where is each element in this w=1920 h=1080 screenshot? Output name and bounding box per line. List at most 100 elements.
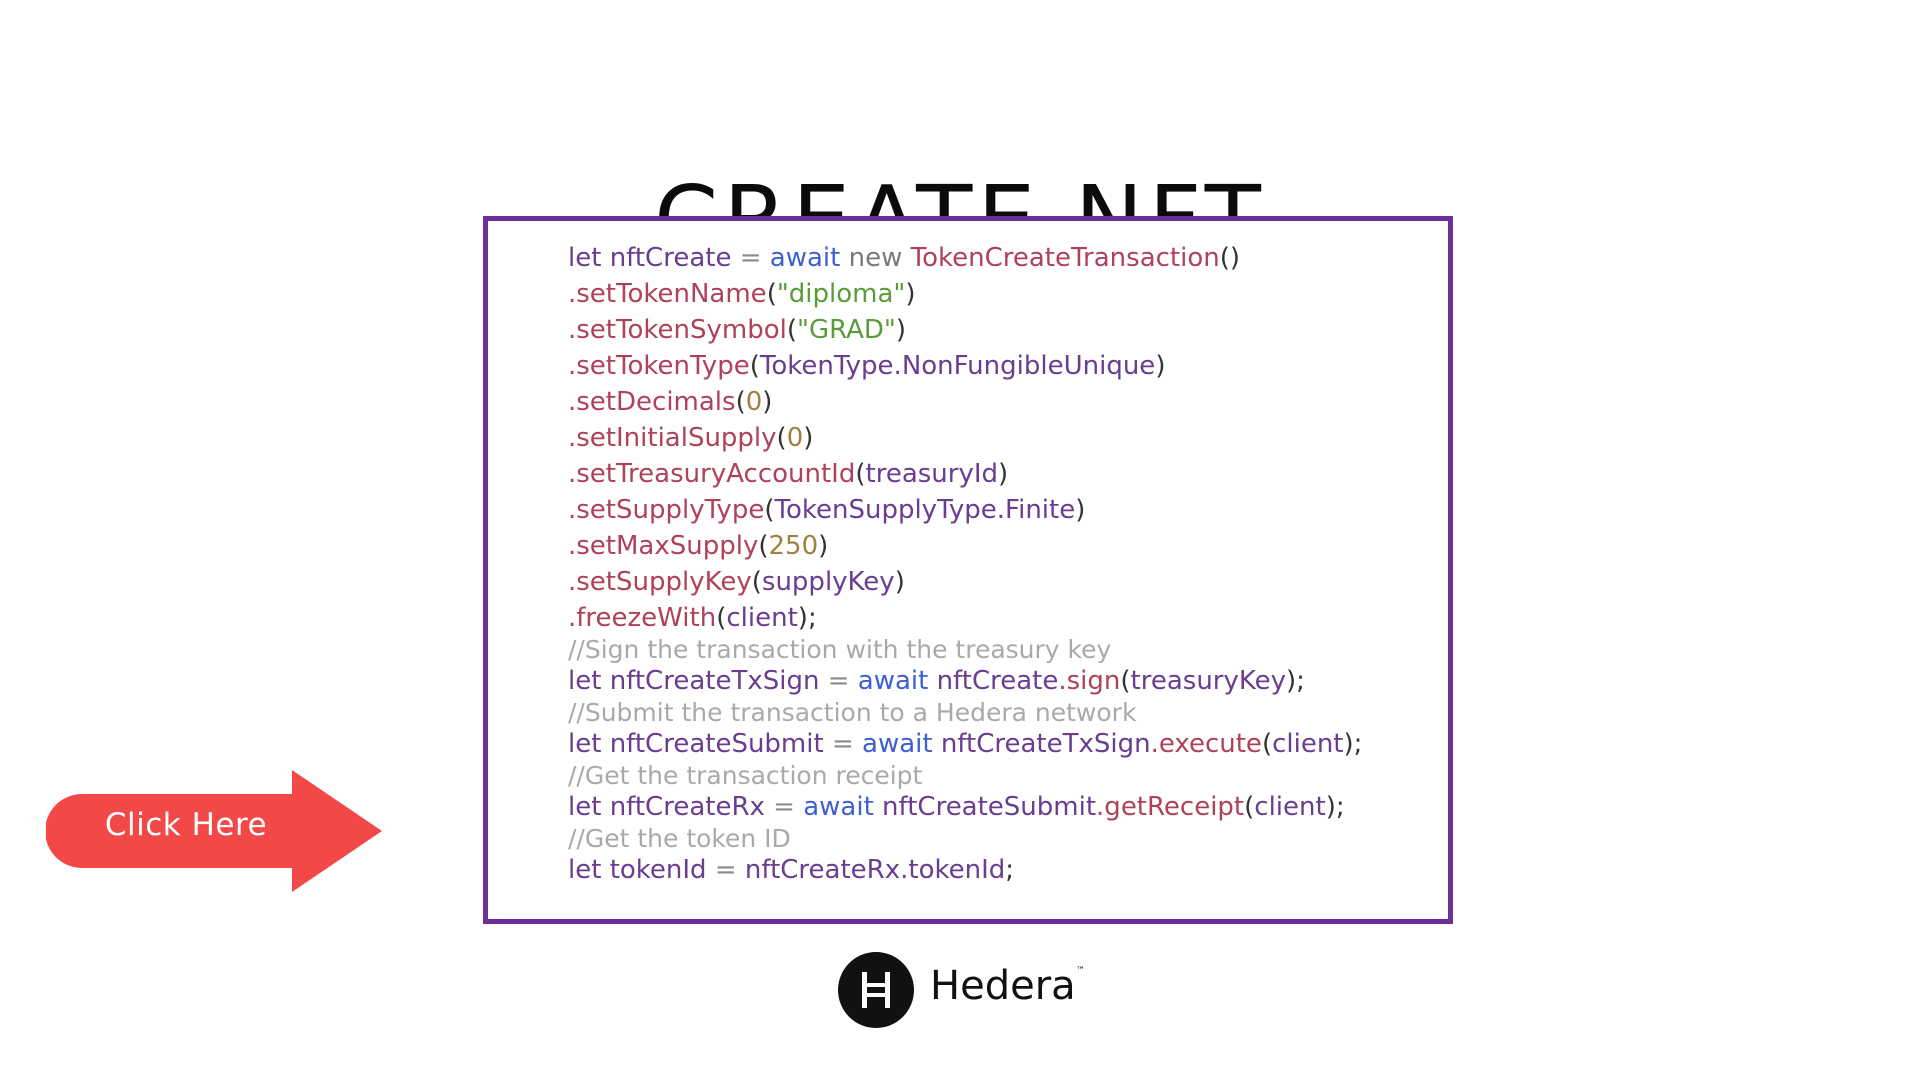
code-line: let nftCreateTxSign = await nftCreate.si… [568,664,1305,698]
code-token: () [1219,243,1241,273]
code-token: ( [855,459,866,489]
code-token: treasuryKey [1130,666,1287,696]
code-token: "diploma" [776,279,906,309]
code-token: new [840,243,911,273]
code-token: await [857,666,937,696]
code-token: 0 [745,387,763,417]
code-token: .setInitialSupply [568,423,777,453]
code-token: ); [1343,729,1363,759]
hedera-logo: Hedera ™ [838,952,1098,1028]
code-token: TokenCreateTransaction [910,243,1220,273]
code-token: .setTreasuryAccountId [568,459,856,489]
code-line: .setTokenType(TokenType.NonFungibleUniqu… [568,349,1165,383]
code-token: .setTokenType [568,351,750,381]
code-token: let [568,729,610,759]
code-token: treasuryId [865,459,999,489]
code-token: ); [1325,792,1345,822]
code-line: .setSupplyType(TokenSupplyType.Finite) [568,493,1085,527]
code-token: nftCreateTxSign [940,729,1151,759]
code-token: .setMaxSupply [568,531,759,561]
code-token: = [706,855,745,885]
code-line: .setTreasuryAccountId(treasuryId) [568,457,1008,491]
click-here-label: Click Here [104,807,268,843]
code-line: .setTokenName("diploma") [568,277,916,311]
code-token: ( [764,495,775,525]
code-token: await [862,729,941,759]
code-token: ( [1261,729,1273,759]
code-token: client [1254,792,1326,822]
code-token: nftCreateRx.tokenId [744,855,1006,885]
code-token: ( [751,567,762,597]
code-token: client [1272,729,1344,759]
code-token: ) [998,459,1009,489]
code-token: ) [895,315,907,345]
code-token: //Get the token ID [568,824,791,853]
code-token: //Sign the transaction with the treasury… [568,635,1112,664]
code-line: .setInitialSupply(0) [568,421,813,455]
code-token: let [568,666,610,696]
code-token: ( [735,387,746,417]
code-token: ( [1244,792,1255,822]
code-token: .setTokenName [568,279,767,309]
code-token: TokenType.NonFungibleUnique [759,351,1156,381]
code-panel: let nftCreate = await new TokenCreateTra… [483,216,1453,924]
code-line: let tokenId = nftCreateRx.tokenId; [568,853,1014,887]
code-token: //Get the transaction receipt [568,761,923,790]
code-token: ) [762,387,773,417]
code-comment-line: //Get the transaction receipt [568,759,922,793]
code-token: 250 [768,531,819,561]
code-token: nftCreateTxSign [609,666,820,696]
code-token: = [731,243,770,273]
click-here-button[interactable]: Click Here [46,770,382,892]
code-line: .setTokenSymbol("GRAD") [568,313,906,347]
code-token: let [568,855,610,885]
code-token: ) [905,279,916,309]
code-token: ( [776,423,787,453]
code-token: ( [1120,666,1131,696]
code-token: nftCreate [609,243,732,273]
hedera-wordmark: Hedera [930,963,1076,1009]
code-line: .setDecimals(0) [568,385,772,419]
hedera-h-icon [838,952,914,1028]
code-line: let nftCreateRx = await nftCreateSubmit.… [568,790,1345,824]
code-token: ) [1155,351,1166,381]
code-token: ( [766,279,777,309]
code-comment-line: //Get the token ID [568,822,791,856]
code-token: .setTokenSymbol [568,315,787,345]
code-line: .setSupplyKey(supplyKey) [568,565,905,599]
code-token: .sign [1058,666,1121,696]
code-token: .setSupplyKey [568,567,752,597]
code-token: ( [758,531,769,561]
code-token: .freezeWith [568,603,717,633]
code-token: nftCreateSubmit [609,729,824,759]
code-token: ) [818,531,829,561]
code-token: let [568,792,610,822]
code-token: .getReceipt [1096,792,1245,822]
code-token: .setSupplyType [568,495,765,525]
code-token: client [726,603,798,633]
code-token: = [823,729,863,759]
code-token: nftCreate [936,666,1059,696]
code-token: await [769,243,841,273]
code-token: "GRAD" [797,315,896,345]
code-token: let [568,243,610,273]
code-token: nftCreateSubmit [882,792,1097,822]
code-token: ) [894,567,905,597]
code-token: ( [716,603,727,633]
code-token: 0 [786,423,804,453]
code-token: .execute [1150,729,1262,759]
code-token: TokenSupplyType.Finite [774,495,1076,525]
code-comment-line: //Submit the transaction to a Hedera net… [568,696,1136,730]
code-token: ) [803,423,814,453]
code-token: nftCreateRx [609,792,765,822]
code-comment-line: //Sign the transaction with the treasury… [568,633,1111,667]
code-token: ); [797,603,817,633]
code-token: tokenId [609,855,707,885]
code-line: .freezeWith(client); [568,601,817,635]
code-token: ( [786,315,797,345]
code-line: .setMaxSupply(250) [568,529,828,563]
code-token: supplyKey [761,567,895,597]
code-token: = [764,792,804,822]
code-token: ) [1075,495,1086,525]
code-token: ; [1005,855,1015,885]
